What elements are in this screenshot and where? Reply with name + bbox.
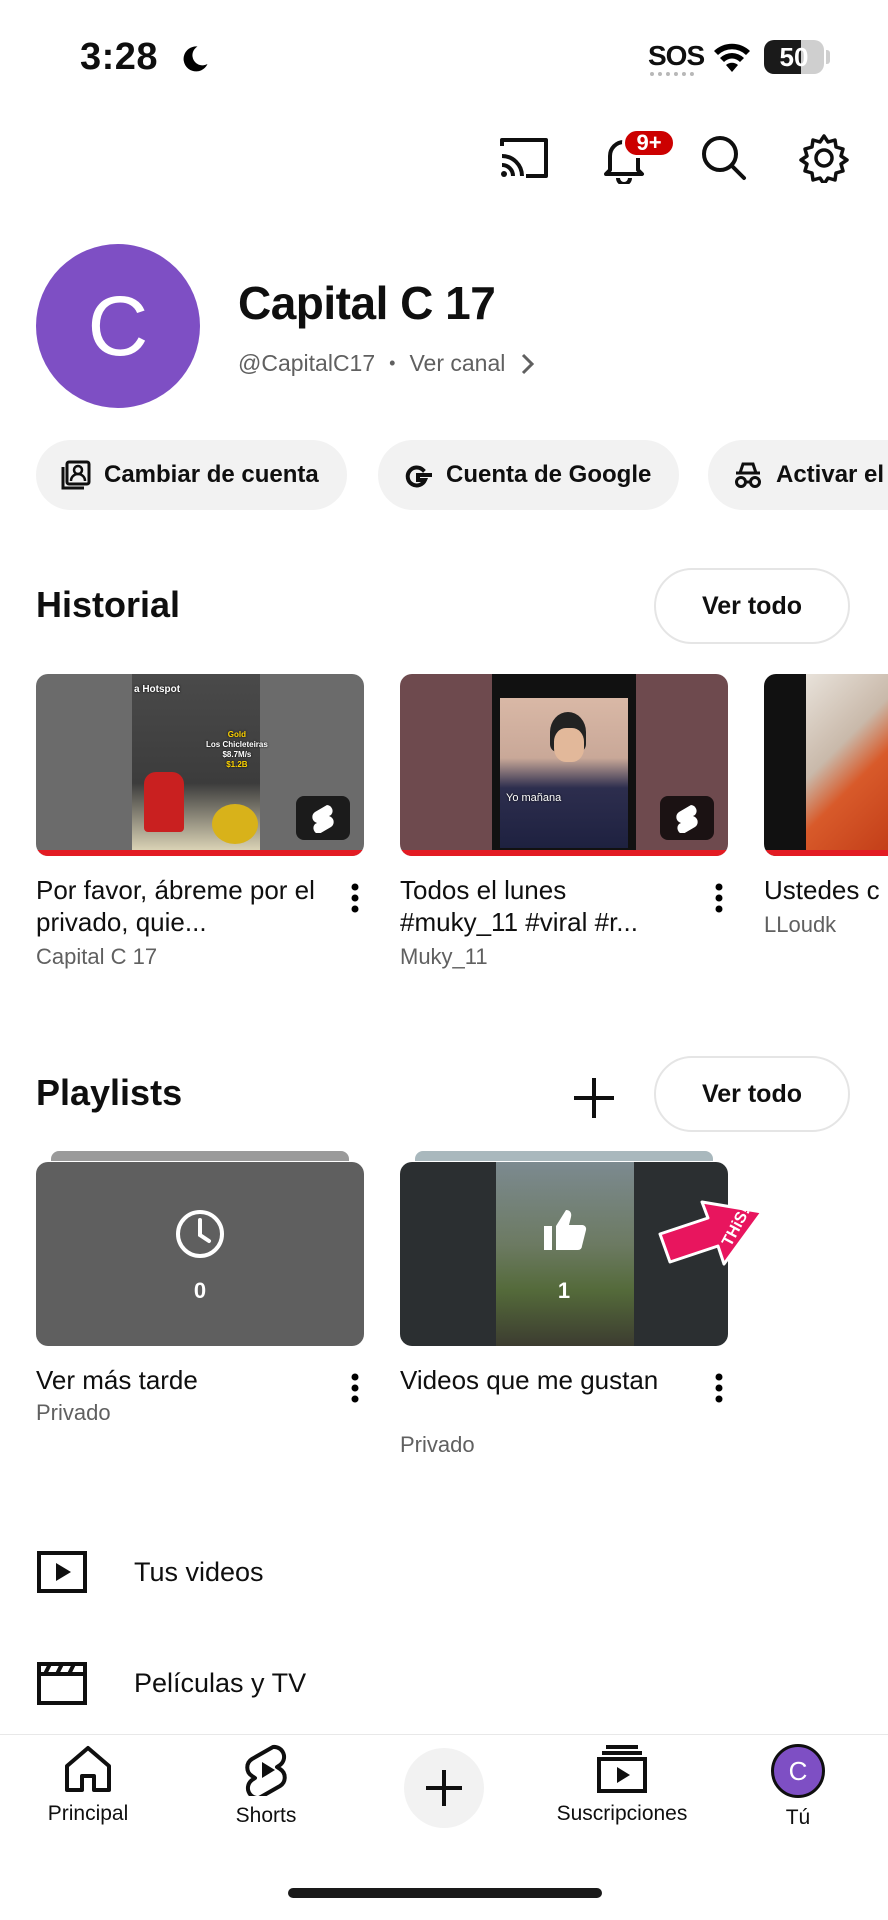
history-thumbnail[interactable]: a Hotspot Gold Los Chicleteiras $8.7M/s … [36, 674, 364, 856]
frame-text: Yo mañana [506, 792, 562, 804]
chip-label: Activar el [776, 461, 885, 488]
video-channel: Capital C 17 [36, 944, 158, 969]
watch-progress-bar [400, 850, 728, 856]
playlist-privacy: Privado [400, 1432, 475, 1457]
incognito-icon [735, 462, 761, 488]
add-playlist-icon[interactable] [566, 1070, 622, 1126]
moon-icon [180, 44, 210, 74]
google-account-chip[interactable]: Cuenta de Google [378, 440, 680, 510]
history-title: Historial [36, 584, 181, 625]
playlist-privacy: Privado [36, 1400, 111, 1425]
nav-avatar-letter: C [788, 1755, 808, 1786]
plus-icon [426, 1770, 462, 1806]
playlist-count: 1 [557, 1278, 571, 1303]
video-frame [496, 1162, 634, 1346]
chevron-right-icon [522, 353, 535, 374]
video-title[interactable]: Por favor, ábreme por el privado, quie..… [36, 874, 326, 938]
carrier-label: SOS [648, 40, 705, 71]
playlists-title: Playlists [36, 1072, 183, 1113]
wifi-icon [712, 40, 752, 74]
nav-subscriptions[interactable]: Suscripciones [542, 1744, 702, 1826]
your-videos-row[interactable]: Tus videos [36, 1550, 264, 1594]
play-square-icon [37, 1551, 87, 1593]
nav-label: Suscripciones [556, 1802, 688, 1825]
this-arrow-sticker: THiS! [656, 1188, 766, 1272]
battery-tip [826, 50, 830, 64]
clapperboard-icon [37, 1662, 87, 1705]
battery-indicator: 50 [764, 40, 824, 74]
create-button[interactable] [404, 1748, 484, 1828]
more-options-icon[interactable] [340, 878, 370, 918]
view-channel-link[interactable]: Ver canal [409, 350, 505, 377]
switch-account-icon [61, 460, 91, 490]
movies-tv-row[interactable]: Películas y TV [36, 1660, 306, 1706]
home-indicator [288, 1888, 602, 1898]
google-g-icon [405, 465, 432, 488]
profile-name: Capital C 17 [238, 277, 496, 329]
shorts-badge-icon [660, 796, 714, 840]
watch-later-playlist[interactable]: 0 [36, 1162, 364, 1346]
notifications-badge: 9+ [622, 128, 676, 158]
playlist-stack-edge [415, 1151, 713, 1161]
video-channel: LLoudk [764, 912, 837, 937]
history-see-all-button[interactable]: Ver todo [654, 568, 850, 644]
frame-text: Gold Los Chicleteiras $8.7M/s $1.2B [206, 730, 268, 770]
nav-shorts[interactable]: Shorts [186, 1744, 346, 1828]
frame-text-line: Los Chicleteiras [206, 740, 268, 749]
watch-progress-bar [36, 850, 364, 856]
more-options-icon[interactable] [704, 878, 734, 918]
home-icon [65, 1746, 111, 1792]
santa-figure [144, 772, 184, 832]
thumbs-up-icon [540, 1206, 588, 1254]
playlist-count: 0 [193, 1278, 207, 1303]
nav-home[interactable]: Principal [8, 1744, 168, 1826]
row-label: Tus videos [134, 1556, 264, 1587]
history-thumbnail[interactable]: Yo mañana [400, 674, 728, 856]
video-title[interactable]: Todos el lunes #muky_11 #viral #r... [400, 874, 690, 938]
more-options-icon[interactable] [704, 1368, 734, 1408]
person-face [554, 728, 584, 762]
subscriptions-icon [597, 1745, 647, 1793]
search-icon[interactable] [696, 130, 752, 186]
avatar-icon: C [771, 1744, 825, 1798]
frame-text: a Hotspot [134, 684, 180, 696]
video-channel: Muky_11 [400, 944, 488, 969]
nav-you[interactable]: C Tú [718, 1744, 878, 1830]
playlist-title[interactable]: Ver más tarde [36, 1364, 326, 1396]
row-label: Películas y TV [134, 1667, 307, 1698]
separator-dot: • [389, 353, 396, 373]
clock-icon [174, 1208, 226, 1260]
status-time: 3:28 [80, 36, 159, 78]
cast-icon[interactable] [496, 130, 552, 186]
profile-avatar[interactable]: C [36, 244, 200, 408]
frame-text-line: Gold [227, 730, 247, 739]
chip-label: Cuenta de Google [446, 461, 652, 488]
shorts-badge-icon [296, 796, 350, 840]
profile-handle: @CapitalC17 [238, 350, 376, 376]
playlist-stack-edge [51, 1151, 349, 1161]
video-frame [806, 674, 888, 856]
gold-figure [212, 804, 258, 844]
nav-label: Principal [47, 1802, 129, 1825]
frame-text-line: $8.7M/s [222, 750, 252, 759]
settings-gear-icon[interactable] [796, 130, 852, 186]
video-title[interactable]: Ustedes c [764, 874, 888, 906]
shorts-icon [245, 1744, 287, 1796]
frame-text-line: $1.2B [226, 760, 248, 769]
frame-text-line: a Hotspot [134, 684, 181, 695]
switch-account-chip[interactable]: Cambiar de cuenta [36, 440, 347, 510]
playlists-see-all-button[interactable]: Ver todo [654, 1056, 850, 1132]
nav-label: Tú [785, 1806, 811, 1829]
more-options-icon[interactable] [340, 1368, 370, 1408]
incognito-chip[interactable]: Activar el [708, 440, 888, 510]
signal-dots [650, 72, 694, 78]
chip-label: Cambiar de cuenta [104, 461, 319, 488]
playlist-title[interactable]: Videos que me gustan [400, 1364, 660, 1396]
nav-label: Shorts [235, 1804, 297, 1827]
profile-handle-row: @CapitalC17 • Ver canal [238, 350, 535, 377]
history-thumbnail[interactable] [764, 674, 888, 856]
watch-progress-bar [764, 850, 888, 856]
